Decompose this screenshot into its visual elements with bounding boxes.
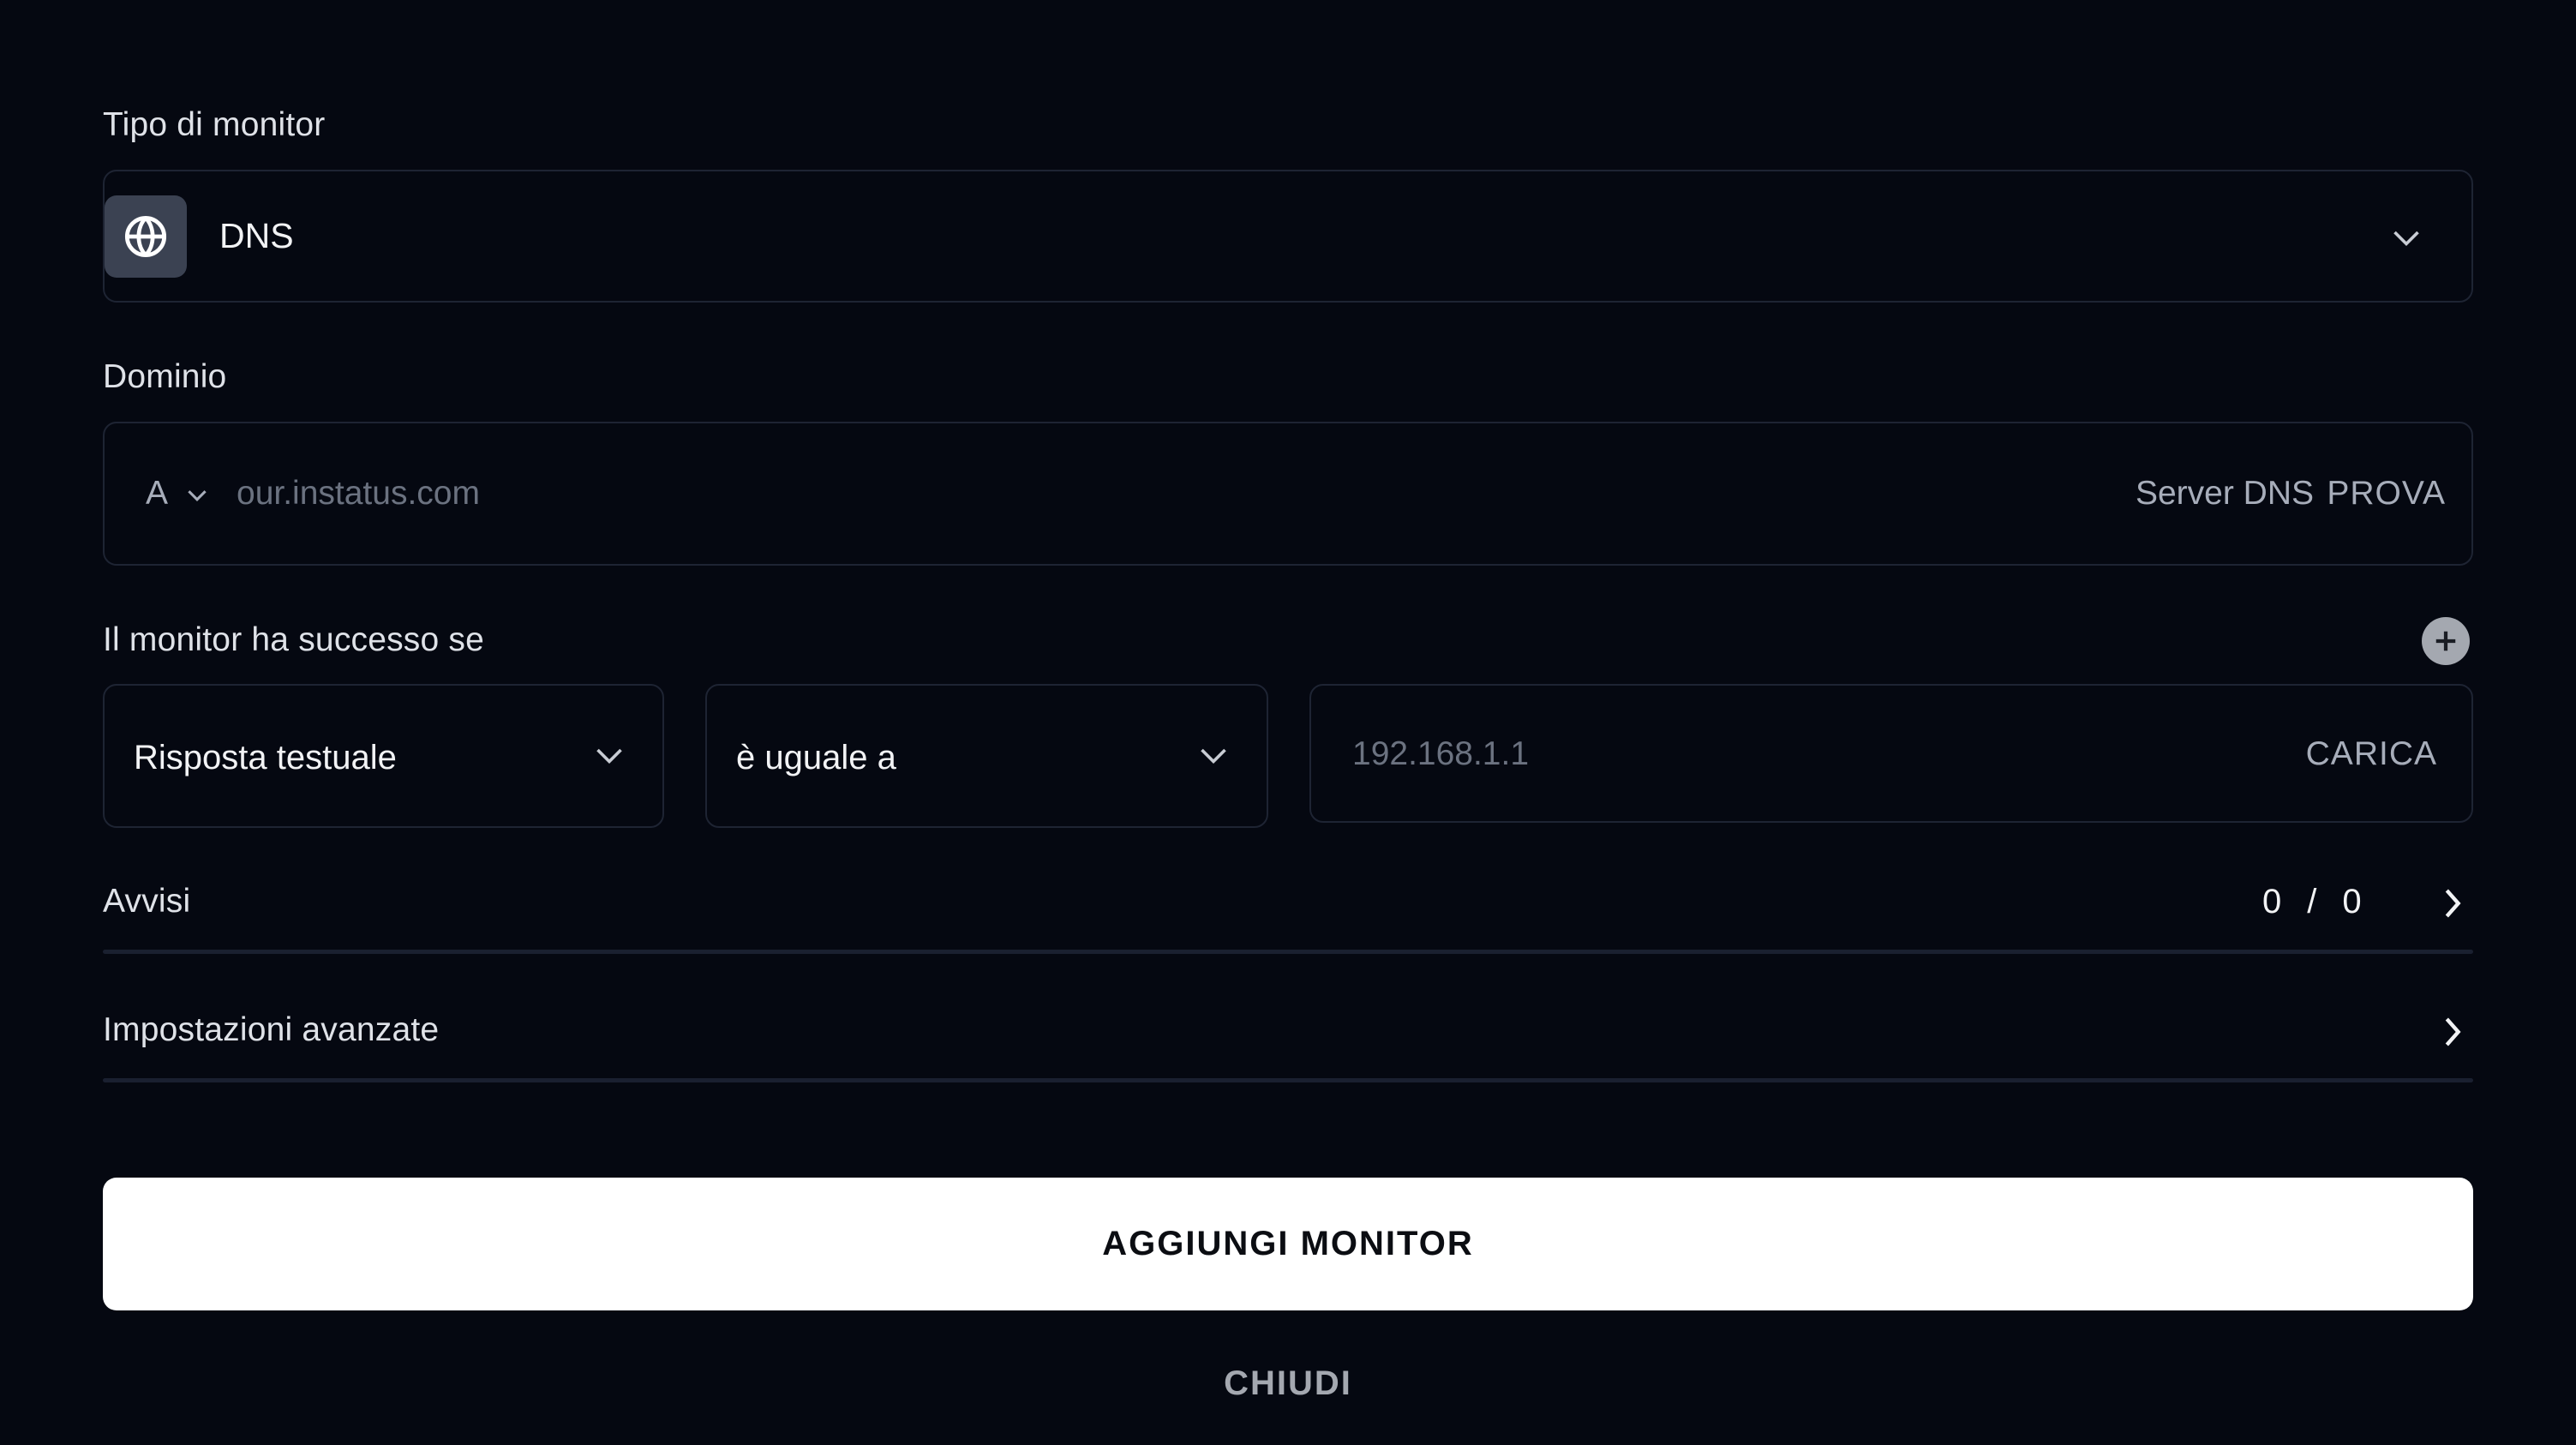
alerts-label: Avvisi bbox=[103, 883, 191, 920]
condition-field-select[interactable]: Risposta testuale bbox=[103, 684, 664, 828]
advanced-settings-label: Impostazioni avanzate bbox=[103, 1011, 440, 1048]
domain-label: Dominio bbox=[103, 358, 227, 395]
monitor-type-value: DNS bbox=[219, 216, 294, 255]
domain-field[interactable]: A our.instatus.com Server DNS PROVA bbox=[103, 422, 2473, 566]
add-condition-button[interactable] bbox=[2422, 617, 2470, 665]
domain-input[interactable]: our.instatus.com bbox=[237, 475, 480, 513]
monitor-type-select[interactable]: DNS bbox=[103, 170, 2473, 303]
dns-server-button[interactable]: Server DNS bbox=[2136, 475, 2314, 513]
record-type-select[interactable]: A bbox=[146, 475, 210, 513]
test-button[interactable]: PROVA bbox=[2327, 475, 2446, 513]
chevron-down-icon bbox=[188, 489, 207, 501]
alerts-count-b: 0 bbox=[2342, 883, 2362, 920]
condition-operator-value: è uguale a bbox=[736, 739, 896, 776]
condition-value-input[interactable]: 192.168.1.1 bbox=[1352, 735, 1529, 773]
alerts-count-a: 0 bbox=[2262, 883, 2282, 920]
condition-value-field[interactable]: 192.168.1.1 CARICA bbox=[1309, 684, 2473, 823]
chevron-down-icon bbox=[1201, 748, 1226, 764]
divider bbox=[103, 950, 2473, 954]
condition-field-value: Risposta testuale bbox=[134, 739, 397, 776]
close-button[interactable]: CHIUDI bbox=[0, 1364, 2576, 1403]
plus-icon bbox=[2435, 631, 2456, 651]
chevron-down-icon bbox=[596, 748, 622, 764]
upload-button[interactable]: CARICA bbox=[2306, 735, 2437, 773]
add-monitor-button[interactable]: AGGIUNGI MONITOR bbox=[103, 1178, 2473, 1310]
record-type-value: A bbox=[146, 475, 166, 512]
alerts-separator: / bbox=[2307, 883, 2317, 920]
alerts-counter: 0 / 0 bbox=[2262, 883, 2362, 921]
divider bbox=[103, 1078, 2473, 1082]
success-condition-label: Il monitor ha successo se bbox=[103, 621, 485, 658]
chevron-down-icon bbox=[2393, 231, 2419, 247]
chevron-right-icon bbox=[2445, 889, 2461, 918]
monitor-type-label: Tipo di monitor bbox=[103, 106, 326, 143]
chevron-right-icon bbox=[2445, 1017, 2461, 1046]
globe-icon bbox=[105, 195, 187, 278]
condition-operator-select[interactable]: è uguale a bbox=[705, 684, 1268, 828]
